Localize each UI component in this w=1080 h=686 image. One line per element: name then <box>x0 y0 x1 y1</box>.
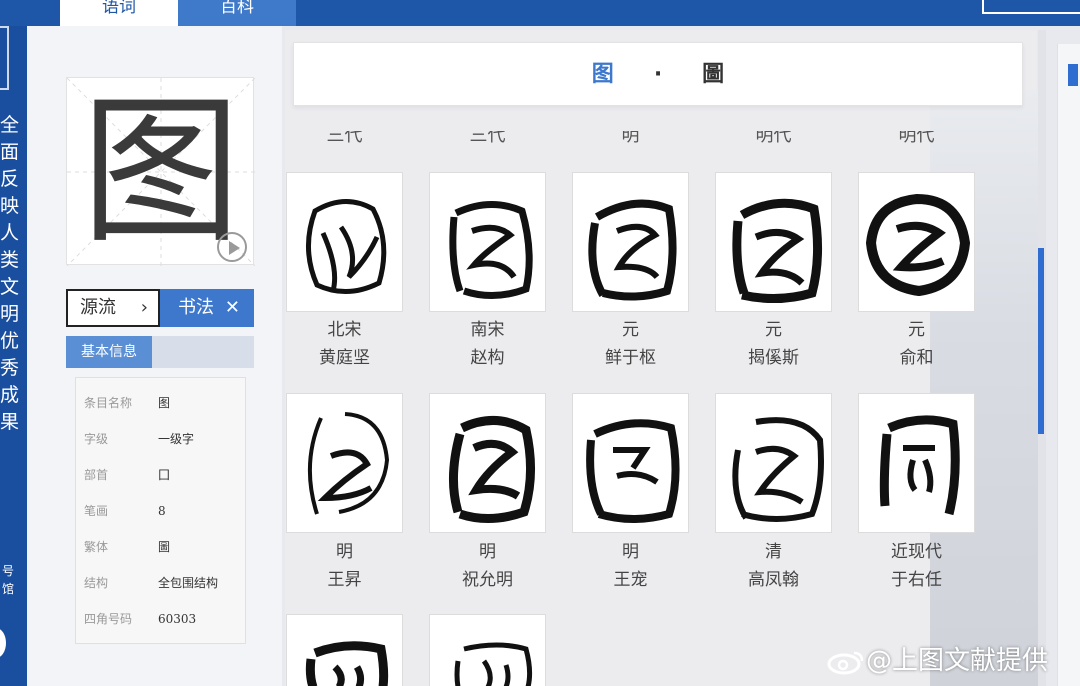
info-row: 部首 囗 <box>76 457 247 493</box>
right-panel <box>1057 44 1080 686</box>
document-icon <box>0 26 9 90</box>
calligraphy-image <box>307 412 390 515</box>
calligraphy-image <box>454 642 533 686</box>
caption-author: 黄庭坚 <box>319 348 370 368</box>
calligraphy-image <box>586 419 680 523</box>
calligraphy-card[interactable] <box>858 172 975 312</box>
chevron-right-icon: › <box>140 297 148 318</box>
calligraphy-image <box>732 417 824 522</box>
calligraphy-button-label: 书法 <box>178 297 214 318</box>
scrollbar-thumb[interactable] <box>1038 248 1044 434</box>
calligraphy-card[interactable] <box>715 393 832 533</box>
calligraphy-card[interactable] <box>286 614 403 686</box>
right-panel-scroll-thumb[interactable] <box>1068 64 1078 86</box>
calligraphy-image <box>305 641 389 686</box>
basic-info-table: 条目名称 图 字级 一级字 部首 囗 笔画 8 繁体 圖 结构 全包围结构 四角… <box>75 377 246 644</box>
info-value: 囗 <box>158 468 171 482</box>
caption-author: 王宠 <box>613 570 648 590</box>
info-key: 四角号码 <box>84 612 133 626</box>
top-right-button[interactable] <box>982 0 1080 14</box>
caption-dynasty: 明 <box>479 542 496 562</box>
calligraphy-card[interactable] <box>429 393 546 533</box>
caption-dynasty: 元 <box>622 320 639 340</box>
info-row: 繁体 圖 <box>76 529 247 565</box>
caption-dynasty: 近现代 <box>891 542 942 562</box>
caption-dynasty: 清 <box>765 542 782 562</box>
watermark-text: @上图文献提供 <box>866 646 1049 676</box>
tab-words[interactable]: 语词 <box>60 0 178 26</box>
caption-author: 赵构 <box>470 348 505 368</box>
calligraphy-image <box>865 193 971 297</box>
calligraphy-image <box>732 198 823 304</box>
caption-dynasty: 北宋 <box>327 320 362 340</box>
calligraphy-card[interactable] <box>286 393 403 533</box>
caption-dynasty: 南宋 <box>470 320 505 340</box>
info-key: 条目名称 <box>84 396 133 410</box>
calligraphy-card[interactable] <box>286 172 403 312</box>
close-icon[interactable]: ✕ <box>225 289 240 327</box>
calligraphy-card[interactable] <box>715 172 832 312</box>
calligraphy-card[interactable] <box>572 393 689 533</box>
info-key: 部首 <box>84 468 109 482</box>
character-display: 图 <box>66 77 255 266</box>
caption-dynasty: 明 <box>336 542 353 562</box>
info-value: 一级字 <box>158 432 195 446</box>
info-key: 繁体 <box>84 540 109 554</box>
title-separator: · <box>653 62 663 87</box>
caption-author: 祝允明 <box>462 570 513 590</box>
info-value: 图 <box>158 396 171 410</box>
cutoff-caption: 三代 <box>326 131 363 146</box>
origin-button[interactable]: 源流 › <box>66 289 160 327</box>
weibo-icon <box>827 651 864 674</box>
calligraphy-image <box>879 415 960 516</box>
info-row: 字级 一级字 <box>76 421 247 457</box>
caption-dynasty: 元 <box>765 320 782 340</box>
info-value: 60303 <box>158 612 197 626</box>
caption-author: 于右任 <box>891 570 942 590</box>
watermark: @上图文献提供 <box>826 640 1048 677</box>
info-row: 四角号码 60303 <box>76 601 247 637</box>
tab-encyclopedia[interactable]: 百科 <box>178 0 296 26</box>
calligraphy-button[interactable]: 书法 ✕ <box>160 289 254 327</box>
title-simplified: 图 <box>591 61 614 87</box>
info-value: 圖 <box>158 540 171 554</box>
basic-info-tab[interactable]: 基本信息 <box>66 336 152 368</box>
cutoff-caption: 明 <box>621 131 640 146</box>
info-value: 全包围结构 <box>158 576 219 590</box>
caption-dynasty: 明 <box>622 542 639 562</box>
info-key: 笔画 <box>84 504 109 518</box>
info-row: 条目名称 图 <box>76 385 247 421</box>
calligraphy-card[interactable] <box>429 614 546 686</box>
origin-button-label: 源流 <box>80 297 116 318</box>
calligraphy-image <box>449 200 533 300</box>
strip-label: 号馆 <box>1 564 14 596</box>
slogan-text: 全面反映人类文明优秀成果 <box>0 114 20 433</box>
calligraphy-card[interactable] <box>429 172 546 312</box>
page-title: 图 · 圖 <box>293 42 1023 106</box>
calligraphy-image <box>305 198 387 295</box>
play-circle-icon[interactable] <box>217 232 247 262</box>
calligraphy-card[interactable] <box>572 172 689 312</box>
caption-author: 高凤翰 <box>748 570 799 590</box>
caption-dynasty: 元 <box>908 320 925 340</box>
info-row: 结构 全包围结构 <box>76 565 247 601</box>
basic-info-header: 基本信息 <box>66 336 254 368</box>
caption-author: 俞和 <box>899 348 934 368</box>
info-key: 字级 <box>84 432 109 446</box>
info-key: 结构 <box>84 576 109 590</box>
calligraphy-image <box>588 199 677 301</box>
cutoff-caption: 明代 <box>755 131 792 146</box>
caption-author: 王昇 <box>327 570 362 590</box>
info-value: 8 <box>158 504 166 518</box>
title-traditional: 圖 <box>702 61 725 87</box>
cutoff-caption: 明代 <box>898 131 935 146</box>
calligraphy-image <box>448 415 535 524</box>
info-row: 笔画 8 <box>76 493 247 529</box>
calligraphy-card[interactable] <box>858 393 975 533</box>
cutoff-caption: 三代 <box>469 131 506 146</box>
caption-author: 揭傒斯 <box>748 348 799 368</box>
caption-author: 鲜于枢 <box>605 348 656 368</box>
